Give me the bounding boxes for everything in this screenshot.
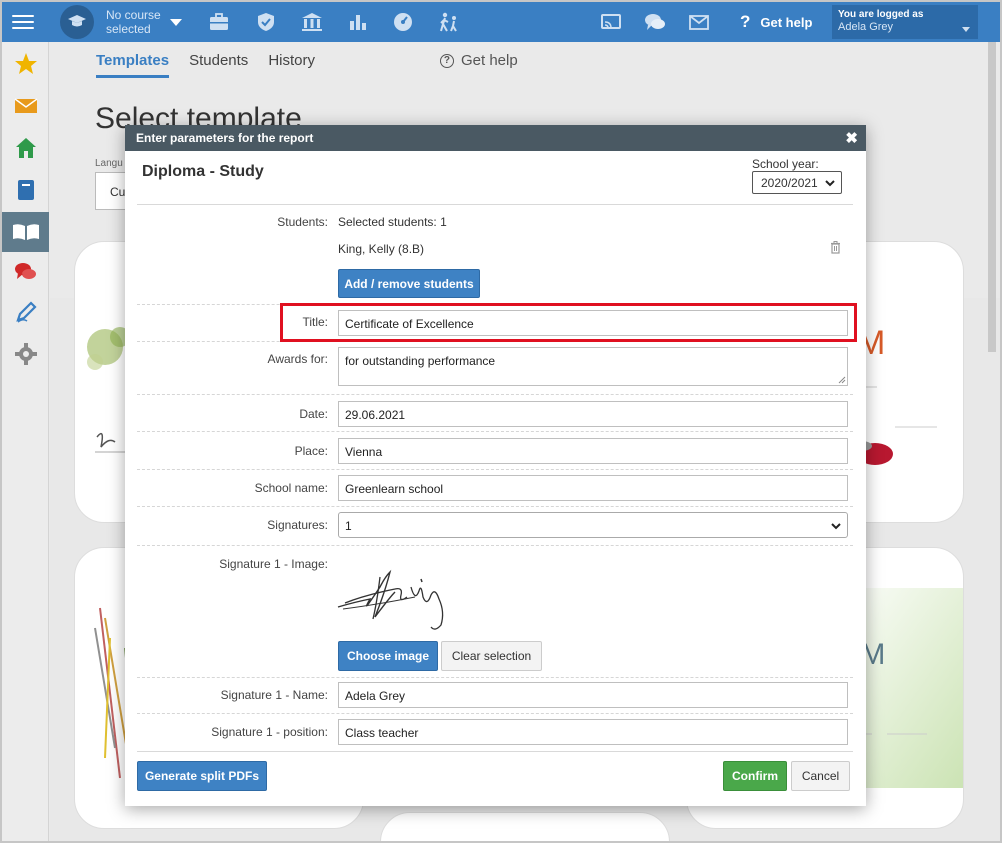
tab-bar: Templates Students History ? Get help: [96, 52, 518, 78]
school-building-icon[interactable]: [301, 12, 323, 32]
get-help-button[interactable]: ? Get help: [740, 12, 812, 32]
sidebar-item-edit[interactable]: [2, 292, 49, 332]
sidebar: [2, 42, 49, 841]
divider: [137, 204, 853, 205]
sidebar-item-favorites[interactable]: [2, 44, 49, 84]
question-mark-icon: ?: [740, 12, 751, 31]
chat-bubbles-icon: [14, 263, 36, 279]
divider: [137, 431, 853, 432]
open-book-icon: [12, 224, 39, 240]
sidebar-item-settings[interactable]: [2, 334, 49, 374]
signatures-value: 1: [345, 519, 352, 533]
report-parameters-dialog: Enter parameters for the report ✖ Diplom…: [125, 125, 866, 806]
school-year-label: School year:: [752, 157, 819, 171]
course-selector[interactable]: No course selected: [60, 5, 182, 39]
briefcase-icon[interactable]: [208, 12, 230, 32]
sidebar-item-chat[interactable]: [2, 252, 49, 292]
signature-image: [337, 569, 444, 630]
divider: [137, 394, 853, 395]
signature-position-label: Signature 1 - position:: [211, 725, 328, 739]
graduation-cap-icon: [60, 5, 94, 39]
mail-icon[interactable]: [688, 12, 710, 32]
date-label: Date:: [299, 407, 328, 421]
school-name-label: School name:: [254, 481, 328, 495]
divider: [137, 713, 853, 714]
app-window: No course selected ? Get help You are lo…: [0, 0, 1002, 843]
signature-image-label: Signature 1 - Image:: [219, 557, 328, 571]
tab-templates[interactable]: Templates: [96, 52, 169, 78]
template-card[interactable]: [380, 812, 670, 841]
choose-image-button[interactable]: Choose image: [338, 641, 438, 671]
clear-selection-button[interactable]: Clear selection: [441, 641, 542, 671]
pen-icon: [15, 301, 37, 323]
awards-textarea[interactable]: for outstanding performance: [338, 347, 848, 386]
school-year-select[interactable]: 2020/2021: [752, 171, 842, 194]
signature-position-input[interactable]: Class teacher: [338, 719, 848, 745]
close-icon[interactable]: ✖: [845, 129, 858, 147]
awards-label: Awards for:: [267, 352, 328, 366]
tab-history[interactable]: History: [268, 52, 315, 69]
signature-name-label: Signature 1 - Name:: [220, 688, 328, 702]
user-menu[interactable]: You are logged as Adela Grey: [832, 5, 978, 39]
question-circle-icon: ?: [439, 53, 454, 68]
divider: [137, 506, 853, 507]
sidebar-item-courses[interactable]: [2, 212, 49, 252]
tab-students[interactable]: Students: [189, 52, 248, 69]
title-highlight-box: [280, 303, 857, 342]
course-label: No course selected: [106, 8, 161, 36]
student-name: King, Kelly (8.B): [338, 242, 425, 256]
signature-name-input[interactable]: Adela Grey: [338, 682, 848, 708]
chat-icon[interactable]: [644, 12, 666, 32]
help-link-label: Get help: [460, 52, 518, 69]
cast-icon[interactable]: [600, 12, 622, 32]
chevron-down-icon: [962, 27, 970, 32]
divider: [137, 545, 853, 546]
user-label: You are logged as: [838, 9, 924, 20]
place-input[interactable]: Vienna: [338, 438, 848, 464]
star-icon: [14, 53, 37, 74]
place-label: Place:: [294, 444, 328, 458]
trash-icon[interactable]: [830, 241, 841, 254]
resize-handle-icon[interactable]: [838, 376, 846, 384]
school-name-input[interactable]: Greenlearn school: [338, 475, 848, 501]
students-label: Students:: [277, 215, 328, 229]
add-remove-students-button[interactable]: Add / remove students: [338, 269, 480, 298]
signatures-select[interactable]: 1: [338, 512, 848, 538]
sidebar-item-notebook[interactable]: [2, 170, 49, 210]
date-input[interactable]: 29.06.2021: [338, 401, 848, 427]
top-bar: No course selected ? Get help You are lo…: [2, 2, 1000, 42]
home-icon: [15, 138, 36, 158]
hamburger-menu-icon[interactable]: [12, 11, 34, 33]
sidebar-item-home[interactable]: [2, 128, 49, 168]
dialog-title: Diploma - Study: [142, 163, 264, 180]
selected-students-count: Selected students: 1: [338, 215, 447, 229]
generate-split-pdfs-button[interactable]: Generate split PDFs: [137, 761, 267, 791]
chevron-down-icon: [170, 18, 182, 26]
help-link[interactable]: ? Get help: [439, 52, 518, 69]
dialog-header: Enter parameters for the report ✖: [125, 125, 866, 151]
page-scrollbar[interactable]: [986, 42, 998, 841]
notebook-icon: [17, 180, 34, 200]
divider: [137, 469, 853, 470]
sidebar-item-messages[interactable]: [2, 86, 49, 126]
cancel-button[interactable]: Cancel: [791, 761, 850, 791]
signatures-label: Signatures:: [267, 518, 328, 532]
chevron-down-icon: [825, 180, 835, 187]
language-label: Langu: [95, 158, 123, 169]
scroll-thumb[interactable]: [988, 42, 996, 352]
mail-icon: [14, 98, 37, 113]
bar-chart-icon[interactable]: [347, 12, 369, 32]
user-name: Adela Grey: [838, 21, 894, 33]
school-year-value: 2020/2021: [761, 176, 818, 190]
gear-icon: [14, 343, 37, 365]
chevron-down-icon: [831, 523, 841, 530]
shield-icon[interactable]: [255, 12, 277, 32]
divider: [137, 677, 853, 678]
divider: [137, 751, 853, 752]
get-help-label: Get help: [760, 14, 813, 30]
speedometer-icon[interactable]: [392, 12, 414, 32]
confirm-button[interactable]: Confirm: [723, 761, 787, 791]
dialog-header-title: Enter parameters for the report: [136, 131, 314, 145]
walking-people-icon[interactable]: [438, 12, 460, 32]
